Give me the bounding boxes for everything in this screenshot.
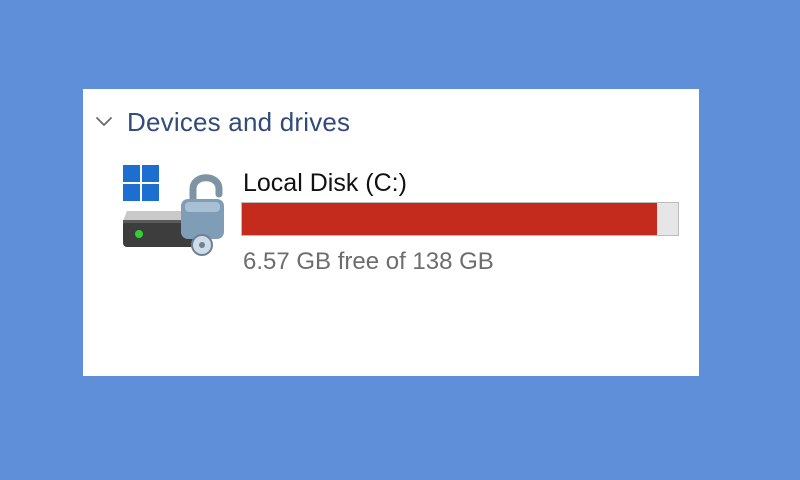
devices-panel: Devices and drives Local Disk (C:) 6.57 …	[83, 89, 699, 376]
drive-name: Local Disk (C:)	[243, 169, 407, 197]
drive-usage-fill	[242, 203, 658, 235]
drive-free-space: 6.57 GB free of 138 GB	[243, 248, 494, 275]
chevron-down-icon[interactable]	[93, 111, 115, 133]
group-title: Devices and drives	[127, 106, 351, 137]
drive-unlocked-icon	[119, 161, 227, 261]
windows-logo-icon	[123, 165, 159, 201]
drive-usage-bar	[241, 202, 679, 236]
devices-group-header[interactable]: Devices and drives	[93, 105, 350, 139]
drive-item-c[interactable]: Local Disk (C:) 6.57 GB free of 138 GB	[119, 161, 685, 283]
